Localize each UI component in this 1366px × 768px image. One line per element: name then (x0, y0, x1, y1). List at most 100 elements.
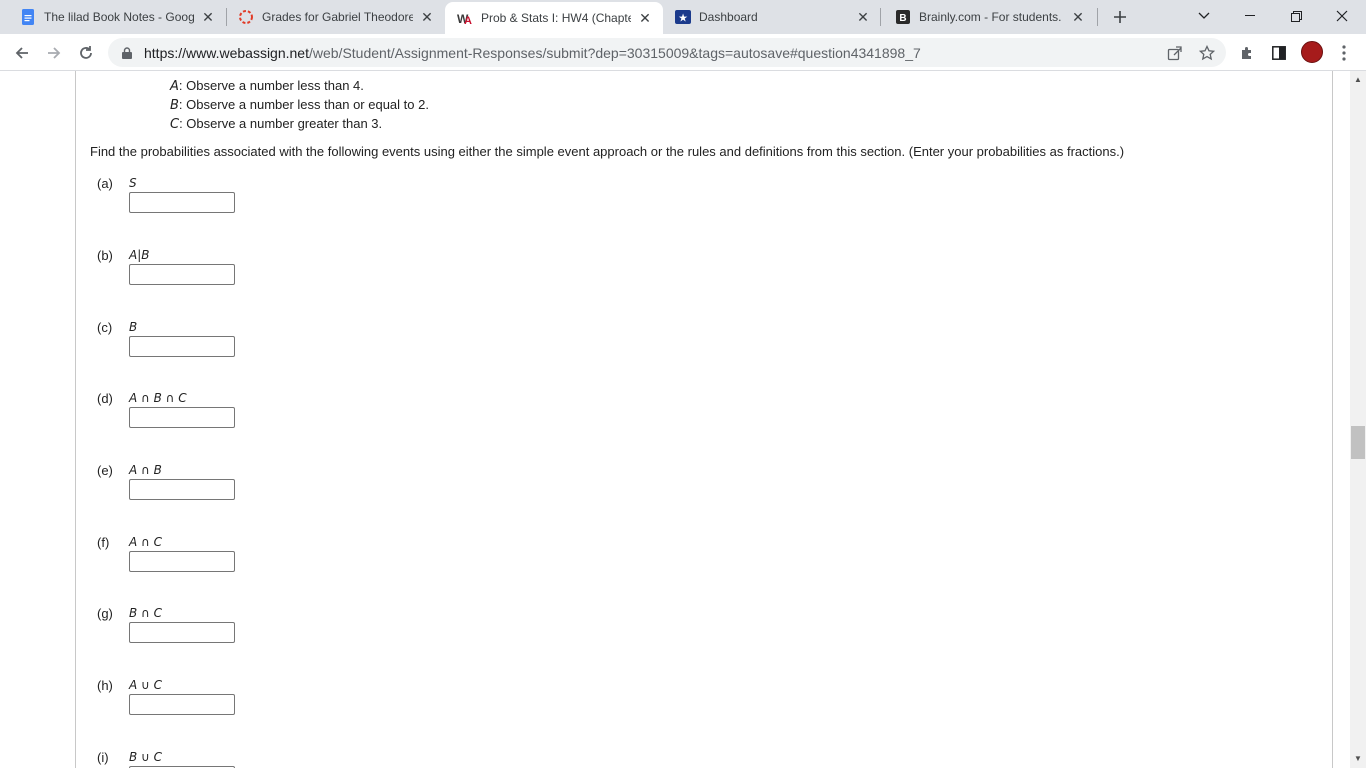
answer-input-d[interactable] (129, 407, 235, 428)
url-path: /web/Student/Assignment-Responses/submit… (308, 44, 921, 61)
event-name: B (170, 98, 179, 113)
event-b: B: Observe a number less than or equal t… (170, 96, 429, 115)
tab-strip: The lilad Book Notes - Googl ✕ Grades fo… (0, 0, 1366, 34)
scroll-down-arrow-icon[interactable]: ▼ (1350, 750, 1366, 766)
tab-grades[interactable]: Grades for Gabriel Theodore ✕ (218, 0, 445, 34)
question-h: (h) A ∪ C (97, 678, 497, 715)
question-i: (i) B ∪ C (97, 750, 497, 768)
close-window-button[interactable] (1319, 0, 1365, 32)
question-letter: (f) (97, 535, 110, 550)
restore-button[interactable] (1273, 0, 1319, 32)
tab-separator (1097, 8, 1098, 26)
event-text: : Observe a number greater than 3. (179, 116, 383, 131)
question-expression: B (129, 320, 138, 334)
tab-title: Prob & Stats I: HW4 (Chapter (481, 11, 631, 25)
close-icon[interactable]: ✕ (637, 10, 653, 26)
event-text: : Observe a number less than or equal to… (178, 97, 429, 112)
answer-input-h[interactable] (129, 694, 235, 715)
minimize-icon (1245, 15, 1255, 16)
question-expression: A ∪ C (129, 678, 162, 692)
close-icon (1336, 10, 1348, 22)
tab-brainly[interactable]: B Brainly.com - For students. B ✕ (875, 0, 1096, 34)
event-name: A (170, 79, 179, 94)
bookmark-star-icon[interactable] (1199, 45, 1215, 61)
question-f: (f) A ∩ C (97, 535, 497, 572)
tab-lilad-book-notes[interactable]: The lilad Book Notes - Googl ✕ (0, 0, 226, 34)
arrow-left-icon (15, 47, 28, 59)
lock-icon (120, 46, 134, 59)
question-expression: A|B (129, 248, 150, 262)
svg-text:★: ★ (678, 12, 688, 25)
webassign-icon: WA (457, 10, 473, 26)
arrow-right-icon (48, 47, 61, 59)
answer-input-g[interactable] (129, 622, 235, 643)
answer-input-e[interactable] (129, 479, 235, 500)
event-c: C: Observe a number greater than 3. (170, 115, 429, 134)
minimize-button[interactable] (1227, 0, 1273, 32)
svg-text:A: A (464, 15, 472, 25)
event-name: C (170, 117, 180, 132)
close-icon[interactable]: ✕ (419, 9, 435, 25)
tab-title: The lilad Book Notes - Googl (44, 10, 194, 24)
question-expression: A ∩ B (129, 463, 162, 477)
event-a: A: Observe a number less than 4. (170, 77, 429, 96)
forward-button[interactable] (40, 39, 68, 67)
tab-title: Brainly.com - For students. B (919, 10, 1064, 24)
answer-input-f[interactable] (129, 551, 235, 572)
dashboard-star-icon: ★ (675, 9, 691, 25)
answer-input-a[interactable] (129, 192, 235, 213)
question-letter: (g) (97, 606, 113, 621)
brainly-icon: B (895, 9, 911, 25)
question-letter: (b) (97, 248, 113, 263)
menu-kebab-icon[interactable] (1334, 43, 1354, 63)
side-panel-icon[interactable] (1269, 43, 1289, 63)
restore-icon (1290, 10, 1302, 22)
address-bar[interactable]: https://www.webassign.net/web/Student/As… (108, 38, 1226, 67)
svg-text:B: B (899, 13, 906, 24)
back-button[interactable] (8, 39, 36, 67)
profile-avatar[interactable] (1301, 41, 1323, 63)
question-e: (e) A ∩ B (97, 463, 497, 500)
question-expression: A ∩ C (129, 535, 162, 549)
answer-input-c[interactable] (129, 336, 235, 357)
event-definitions: A: Observe a number less than 4. B: Obse… (170, 77, 429, 134)
instructions-text: Find the probabilities associated with t… (90, 144, 1125, 159)
extensions-puzzle-icon[interactable] (1237, 43, 1257, 63)
question-expression: B ∪ C (129, 750, 163, 764)
question-letter: (e) (97, 463, 113, 478)
close-icon[interactable]: ✕ (1070, 9, 1086, 25)
tab-title: Dashboard (699, 10, 758, 24)
question-letter: (d) (97, 391, 113, 406)
page-content: A: Observe a number less than 4. B: Obse… (0, 71, 1350, 768)
question-d: (d) A ∩ B ∩ C (97, 391, 497, 428)
answer-input-b[interactable] (129, 264, 235, 285)
reload-button[interactable] (72, 39, 100, 67)
tab-search-button[interactable] (1181, 0, 1227, 32)
tab-title: Grades for Gabriel Theodore (262, 10, 413, 24)
chevron-down-icon (1198, 12, 1210, 19)
url-text: https://www.webassign.net/web/Student/As… (144, 45, 921, 61)
page-scrollbar[interactable]: ▲ ▼ (1350, 71, 1366, 768)
reload-icon (80, 46, 92, 59)
question-g: (g) B ∩ C (97, 606, 497, 643)
question-expression: B ∩ C (129, 606, 163, 620)
question-letter: (c) (97, 320, 113, 335)
close-icon[interactable]: ✕ (855, 9, 871, 25)
scrollbar-thumb[interactable] (1351, 426, 1365, 459)
question-c: (c) B (97, 320, 497, 357)
question-expression: A ∩ B ∩ C (129, 391, 187, 405)
google-docs-icon (20, 9, 36, 25)
share-icon[interactable] (1167, 45, 1183, 61)
question-a: (a) S (97, 176, 497, 213)
canvas-icon (238, 9, 254, 25)
plus-icon (1114, 11, 1126, 23)
tab-dashboard[interactable]: ★ Dashboard ✕ (663, 0, 881, 34)
question-letter: (h) (97, 678, 113, 693)
scroll-up-arrow-icon[interactable]: ▲ (1350, 71, 1366, 87)
url-host: https://www.webassign.net (144, 44, 309, 61)
tab-prob-stats-hw4[interactable]: WA Prob & Stats I: HW4 (Chapter ✕ (445, 2, 663, 34)
close-icon[interactable]: ✕ (200, 9, 216, 25)
new-tab-button[interactable] (1108, 5, 1132, 29)
event-text: : Observe a number less than 4. (178, 78, 364, 93)
question-letter: (i) (97, 750, 109, 765)
